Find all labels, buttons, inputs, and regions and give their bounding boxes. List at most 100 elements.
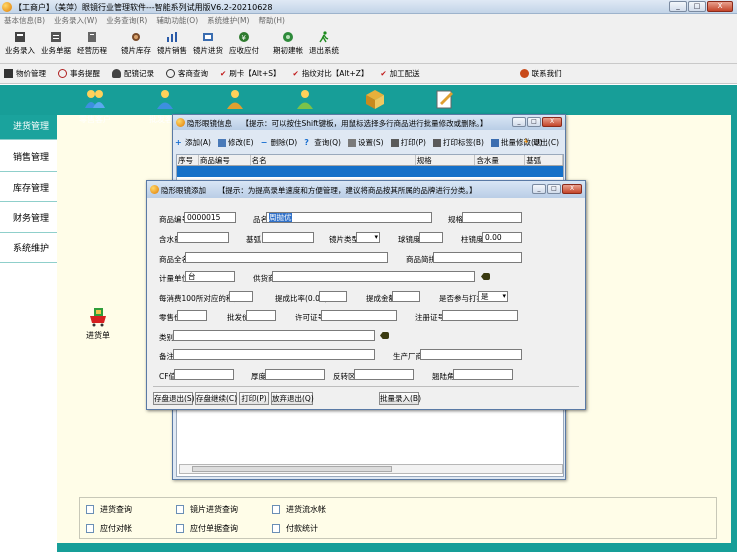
- supplier-input[interactable]: [272, 271, 475, 282]
- scroll-thumb[interactable]: [192, 466, 392, 472]
- link-payable-query[interactable]: 应付单据查询: [176, 523, 238, 534]
- commission-input[interactable]: [319, 291, 347, 302]
- col-water[interactable]: 含水量: [475, 155, 526, 165]
- points-input[interactable]: [229, 291, 253, 302]
- toolbar-business-entry[interactable]: 业务录入: [2, 28, 38, 63]
- toolbar-contact[interactable]: 联系我们: [519, 68, 562, 79]
- cf-input[interactable]: [174, 369, 234, 380]
- lens-type-select[interactable]: [356, 232, 380, 243]
- dialog-maximize-button[interactable]: □: [527, 117, 541, 127]
- cancel-exit-button[interactable]: 放弃退出(Q): [271, 392, 314, 405]
- reflect-input[interactable]: [354, 369, 414, 380]
- cylinder-input[interactable]: 0.00: [482, 232, 522, 243]
- thickness-input[interactable]: [265, 369, 325, 380]
- link-payable-reconcile[interactable]: 应付对帐: [86, 523, 132, 534]
- dialog-icon: [150, 185, 159, 194]
- link-payment-stats[interactable]: 付款统计: [272, 523, 318, 534]
- minimize-button[interactable]: _: [669, 1, 687, 12]
- water-input[interactable]: [177, 232, 229, 243]
- nav-purchase[interactable]: 进货管理: [0, 115, 57, 139]
- col-seq[interactable]: 序号: [177, 155, 199, 165]
- query-button[interactable]: ? 查询(Q): [304, 137, 341, 148]
- maximize-button[interactable]: □: [688, 1, 706, 12]
- toolbar-lens-purchase[interactable]: 镜片进货: [190, 28, 226, 63]
- category-pick-icon[interactable]: [380, 332, 389, 339]
- toolbar-lens-sales[interactable]: 镜片销售: [154, 28, 190, 63]
- remark-input[interactable]: [173, 349, 375, 360]
- toolbar-opening[interactable]: 期初建帐: [270, 28, 306, 63]
- base-input[interactable]: [262, 232, 314, 243]
- edge-input[interactable]: [453, 369, 513, 380]
- print-label-button[interactable]: 打印标签(B): [432, 137, 484, 148]
- toolbar-business-docs[interactable]: 业务单据: [38, 28, 74, 63]
- col-name[interactable]: 名名: [251, 155, 416, 165]
- code-input[interactable]: 0000015: [184, 212, 236, 223]
- nav-sales[interactable]: 销售管理: [0, 146, 57, 170]
- menu-help[interactable]: 帮助(H): [258, 14, 285, 28]
- unit-input[interactable]: 台: [185, 271, 235, 282]
- toolbar-customer-query[interactable]: 客商查询: [166, 68, 208, 79]
- col-base[interactable]: 基弧: [525, 155, 563, 165]
- menu-business-query[interactable]: 业务查询(R): [106, 14, 147, 28]
- discount-select[interactable]: 是: [478, 291, 508, 302]
- retail-input[interactable]: [177, 310, 207, 321]
- print-button[interactable]: 打印(P): [390, 137, 426, 148]
- toolbar-glasses-record[interactable]: 配镜记录: [112, 68, 154, 79]
- toolbar-label: 事务提醒: [70, 69, 100, 78]
- commission-amt-input[interactable]: [392, 291, 420, 302]
- dialog-minimize-button[interactable]: _: [512, 117, 526, 127]
- horizontal-scrollbar[interactable]: [179, 464, 563, 474]
- selected-row[interactable]: [177, 166, 563, 177]
- retail-customer-button[interactable]: 零售客户: [60, 88, 130, 125]
- add-button[interactable]: + 添加(A): [175, 137, 211, 148]
- batch-entry-button[interactable]: 批量录入(B): [379, 392, 421, 405]
- sphere-input[interactable]: [419, 232, 443, 243]
- dialog-title: 隐形眼镜添加 【提示：为提高录单速度和方便管理，建议将商品按其所属的品牌进行分类…: [161, 186, 477, 195]
- save-continue-button[interactable]: 存盘继续(C): [195, 392, 237, 405]
- menu-aux[interactable]: 辅助功能(O): [156, 14, 198, 28]
- wholesale-input[interactable]: [246, 310, 276, 321]
- nav-system[interactable]: 系统维护: [0, 237, 57, 261]
- reg-input[interactable]: [442, 310, 518, 321]
- col-code[interactable]: 商品编号: [199, 155, 251, 165]
- close-button[interactable]: X: [707, 1, 733, 12]
- link-purchase-query[interactable]: 进货查询: [86, 504, 132, 515]
- settings-button[interactable]: 设置(S): [347, 137, 384, 148]
- toolbar-lens-stock[interactable]: 镜片库存: [118, 28, 154, 63]
- col-spec[interactable]: 规格: [416, 155, 476, 165]
- menu-basic-info[interactable]: 基本信息(B): [4, 14, 45, 28]
- dialog-maximize-button[interactable]: □: [547, 184, 561, 194]
- supplier-pick-icon[interactable]: [481, 273, 490, 280]
- save-exit-button[interactable]: 存盘退出(S): [153, 392, 195, 405]
- nav-finance[interactable]: 财务管理: [0, 207, 57, 231]
- menu-system[interactable]: 系统维护(M): [207, 14, 249, 28]
- toolbar-history[interactable]: 经营历程: [74, 28, 110, 63]
- shortname-input[interactable]: [433, 252, 522, 263]
- spec-input[interactable]: [462, 212, 522, 223]
- link-purchase-ledger[interactable]: 进货流水帐: [272, 504, 326, 515]
- purchase-order-button[interactable]: 进货单: [86, 306, 110, 341]
- toolbar-card[interactable]: ✔ 刷卡【Alt+S】: [220, 68, 281, 79]
- edit-button[interactable]: 修改(E): [217, 137, 254, 148]
- toolbar-price[interactable]: 物价管理: [4, 68, 46, 79]
- toolbar-process[interactable]: ✔ 加工配送: [380, 68, 419, 79]
- menu-business-entry[interactable]: 业务录入(W): [54, 14, 97, 28]
- name-input[interactable]: 周抛优: [266, 212, 432, 223]
- nav-inventory[interactable]: 库存管理: [0, 177, 57, 201]
- toolbar-exit[interactable]: 退出系统: [306, 28, 342, 63]
- link-lens-purchase-query[interactable]: 镜片进货查询: [176, 504, 238, 515]
- fullname-input[interactable]: [185, 252, 388, 263]
- info-exit-button[interactable]: 🏃 退出(C): [522, 137, 559, 148]
- delete-button[interactable]: − 删除(D): [261, 137, 298, 148]
- toolbar-receivable[interactable]: ¥ 应收应付: [226, 28, 262, 63]
- category-input[interactable]: [173, 330, 375, 341]
- check-icon: ✔: [292, 69, 299, 78]
- dialog-close-button[interactable]: X: [562, 184, 582, 194]
- toolbar-fingerprint[interactable]: ✔ 指纹对比【Alt+Z】: [293, 68, 369, 79]
- dialog-minimize-button[interactable]: _: [532, 184, 546, 194]
- dialog-close-button[interactable]: X: [542, 117, 562, 127]
- toolbar-reminder[interactable]: 事务提醒: [58, 68, 100, 79]
- print-button[interactable]: 打印(P): [239, 392, 269, 405]
- license-input[interactable]: [321, 310, 397, 321]
- maker-input[interactable]: [420, 349, 522, 360]
